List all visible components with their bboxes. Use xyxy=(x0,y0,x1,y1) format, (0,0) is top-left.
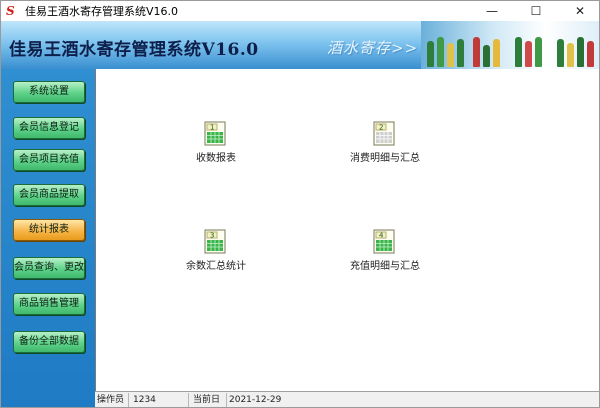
report-number: 3 xyxy=(210,232,214,240)
report-consumption[interactable]: 2 消费明细与汇总 xyxy=(330,121,440,164)
nav-product-sales-button[interactable]: 商品销售管理 xyxy=(13,293,85,315)
operator-label: 操作员 xyxy=(95,393,129,407)
report-label: 消费明细与汇总 xyxy=(350,153,420,164)
report-income[interactable]: 1 收数报表 xyxy=(161,121,271,164)
spreadsheet-icon: 2 xyxy=(373,121,395,146)
date-value: 2021-12-29 xyxy=(229,395,282,405)
report-recharge[interactable]: 4 充值明细与汇总 xyxy=(330,229,440,272)
nav-backup-data-button[interactable]: 备份全部数据 xyxy=(13,331,85,353)
nav-member-query-button[interactable]: 会员查询、更改 xyxy=(13,257,85,279)
status-bar: 操作员 1234 当前日期 2021-12-29 xyxy=(95,391,599,407)
banner-title: 佳易王酒水寄存管理系统V16.0 xyxy=(9,40,259,60)
window-title: 佳易王酒水寄存管理系统V16.0 xyxy=(25,5,179,18)
main-panel: 1 收数报表 2 消费明细与汇总 3 余数汇总统计 4 充值明细与汇总 xyxy=(95,69,599,391)
report-number: 1 xyxy=(210,124,214,132)
date-label: 当前日期 xyxy=(191,393,227,407)
nav-member-withdraw-button[interactable]: 会员商品提取 xyxy=(13,184,85,206)
report-label: 收数报表 xyxy=(196,153,236,164)
app-logo-icon: S xyxy=(6,4,15,18)
app-window: S 佳易王酒水寄存管理系统V16.0 — ☐ ✕ 佳易王酒水寄存管理系统V16.… xyxy=(0,0,600,408)
spreadsheet-icon: 4 xyxy=(373,229,395,254)
operator-value: 1234 xyxy=(131,393,189,407)
spreadsheet-icon: 1 xyxy=(204,121,226,146)
nav-system-settings-button[interactable]: 系统设置 xyxy=(13,81,85,103)
title-bar[interactable]: S 佳易王酒水寄存管理系统V16.0 — ☐ ✕ xyxy=(1,1,599,21)
report-balance[interactable]: 3 余数汇总统计 xyxy=(161,229,271,272)
maximize-button[interactable]: ☐ xyxy=(521,1,551,21)
bottle-shelf-image xyxy=(421,21,599,69)
report-label: 余数汇总统计 xyxy=(186,261,246,272)
nav-member-register-button[interactable]: 会员信息登记 xyxy=(13,117,85,139)
report-label: 充值明细与汇总 xyxy=(350,261,420,272)
report-number: 4 xyxy=(379,232,384,240)
nav-member-recharge-button[interactable]: 会员项目充值 xyxy=(13,149,85,171)
banner-slogan: 酒水寄存>> xyxy=(327,39,419,57)
header-banner: 佳易王酒水寄存管理系统V16.0 酒水寄存>> xyxy=(1,21,599,69)
close-button[interactable]: ✕ xyxy=(565,1,595,21)
spreadsheet-icon: 3 xyxy=(204,229,226,254)
nav-statistics-report-button[interactable]: 统计报表 xyxy=(13,219,85,241)
sidebar-nav: 系统设置 会员信息登记 会员项目充值 会员商品提取 统计报表 会员查询、更改 商… xyxy=(1,69,95,407)
minimize-button[interactable]: — xyxy=(477,1,507,21)
report-number: 2 xyxy=(379,124,383,132)
